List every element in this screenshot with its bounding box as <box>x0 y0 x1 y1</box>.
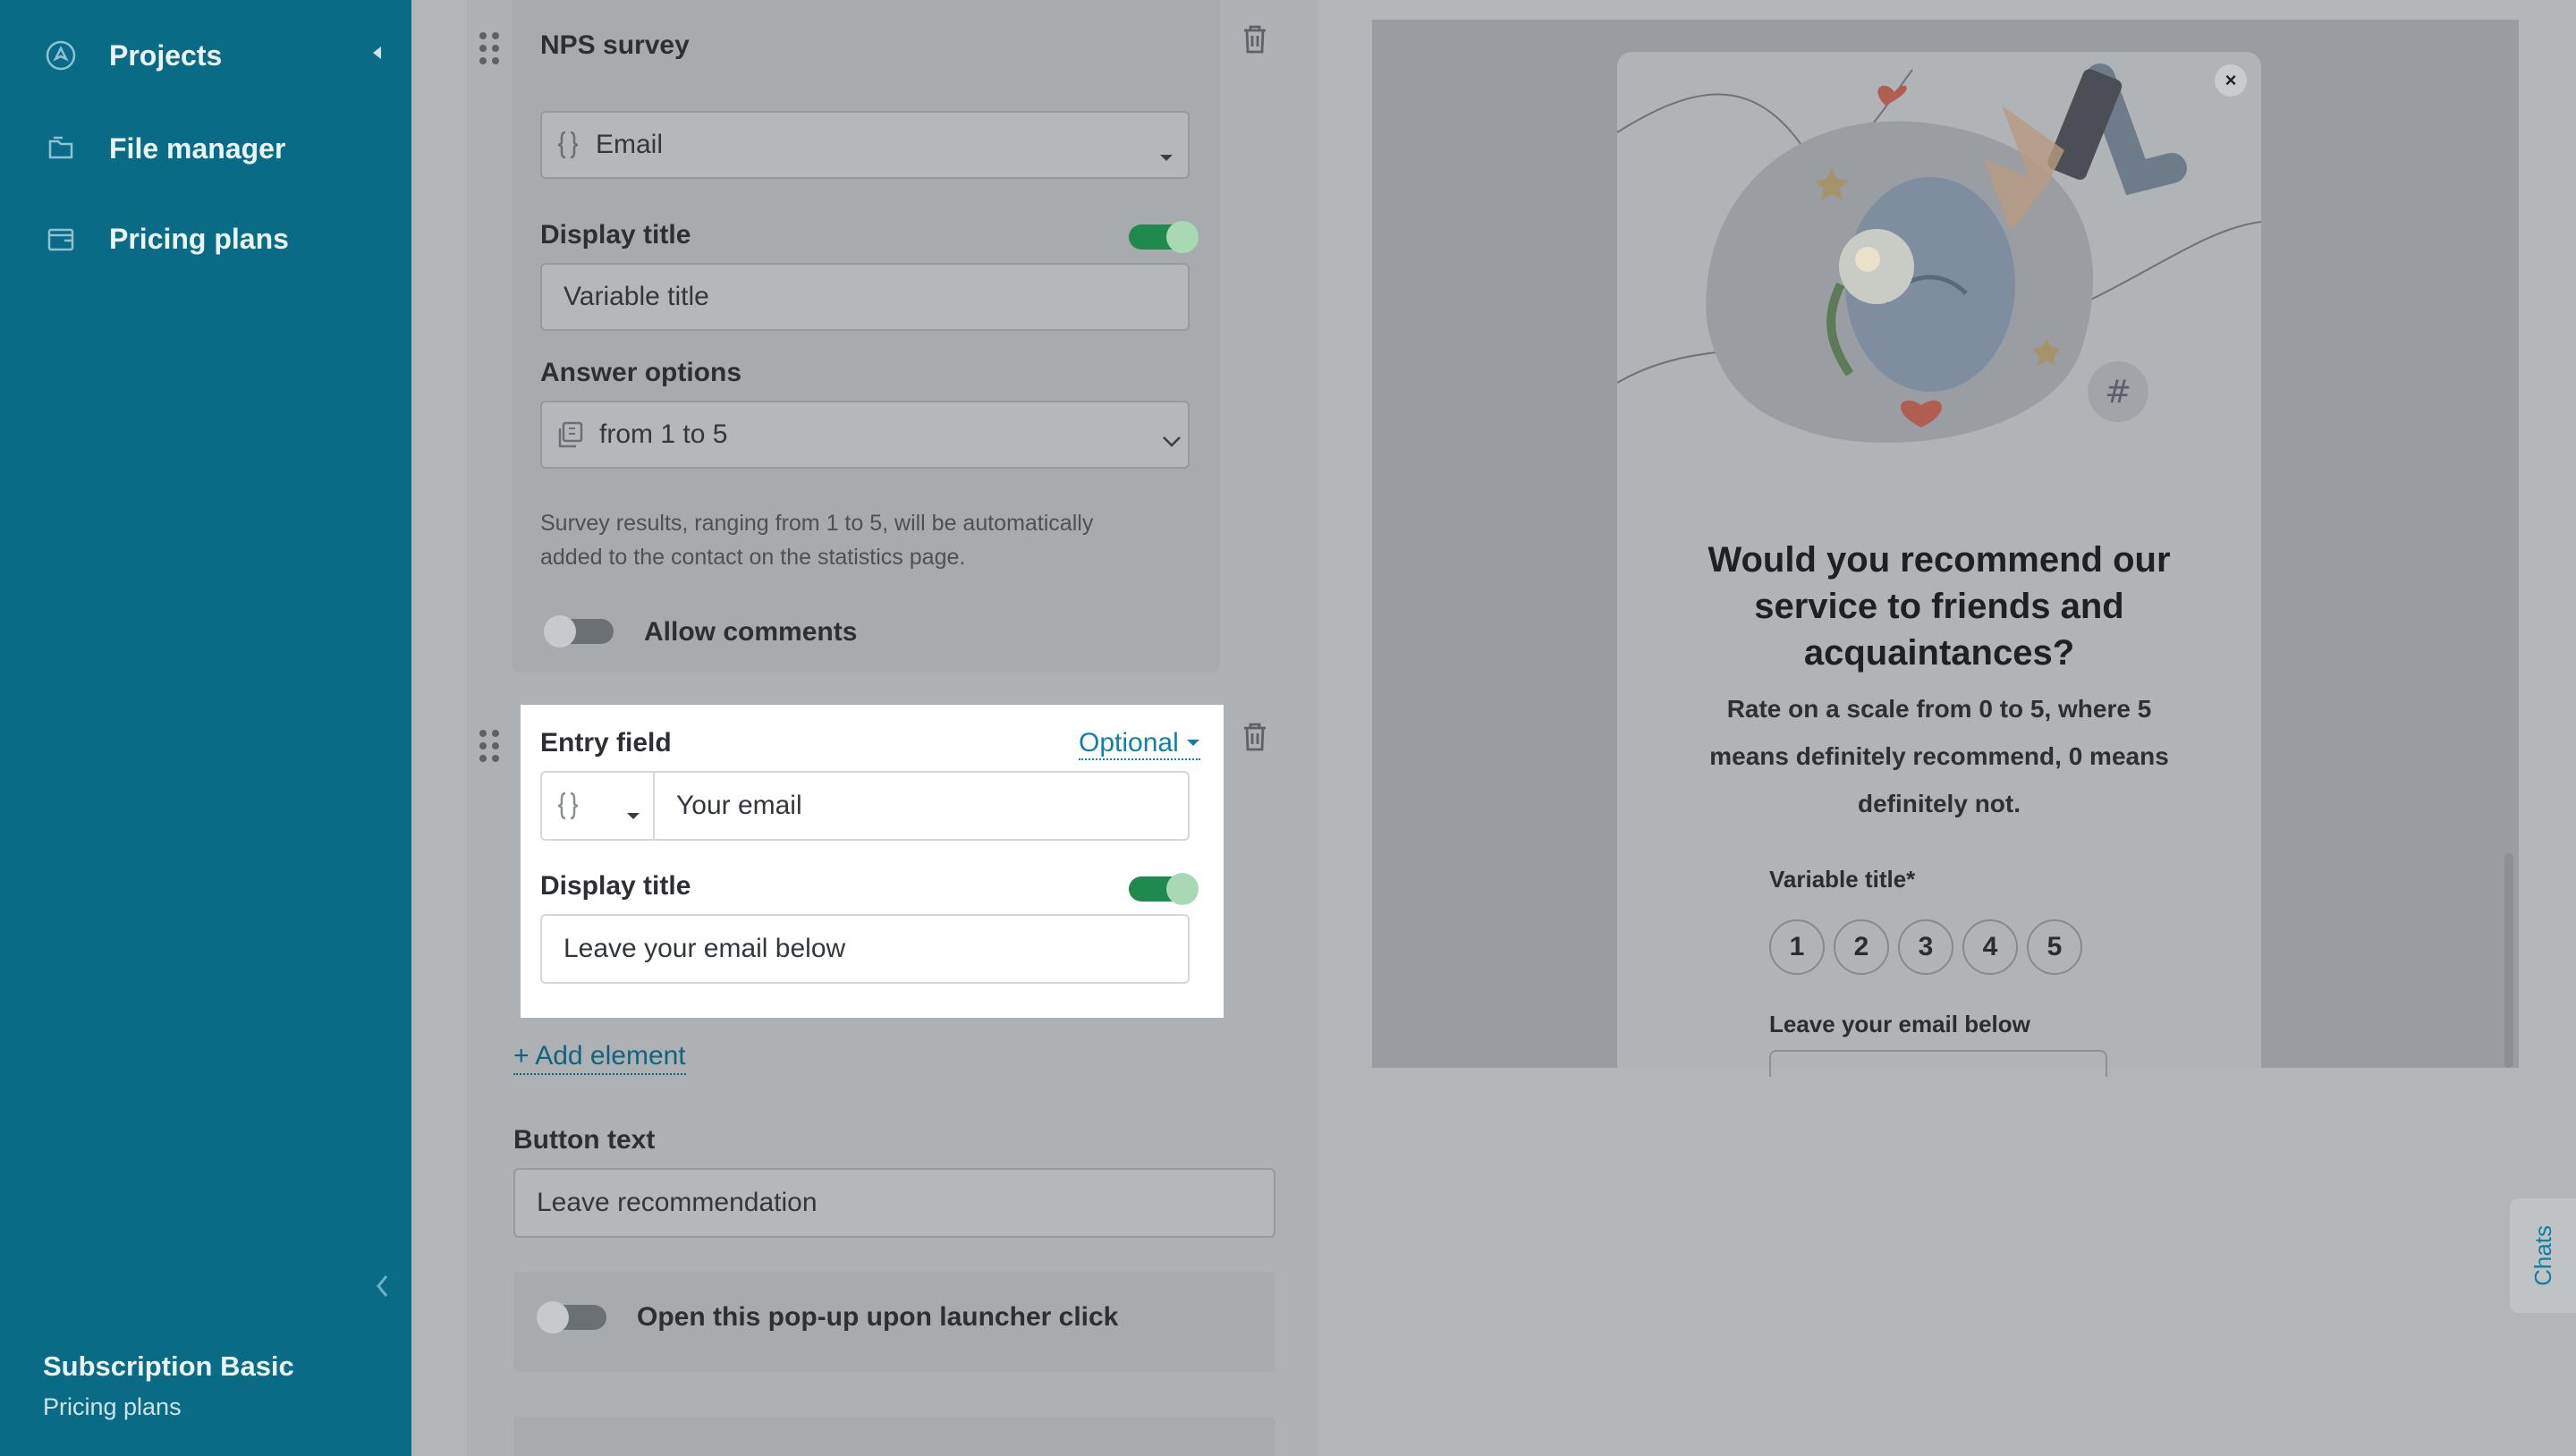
chevron-down-icon <box>1161 426 1182 456</box>
folder-icon <box>43 131 79 166</box>
chevron-left-icon <box>377 1275 388 1297</box>
trash-icon[interactable] <box>1240 23 1270 55</box>
button-text-label: Button text <box>513 1125 656 1155</box>
entry-field-value: Your email <box>676 791 802 820</box>
chats-tab[interactable]: Chats <box>2510 1198 2576 1313</box>
drag-handle-icon[interactable] <box>479 730 499 762</box>
question-line: acquaintances? <box>1803 633 2075 673</box>
dropdown-caret-icon <box>1159 140 1174 170</box>
allow-comments-label: Allow comments <box>644 617 858 647</box>
variable-picker[interactable] <box>540 771 655 841</box>
sidebar-item-label: File manager <box>109 131 286 165</box>
question-line: Would you recommend our <box>1707 540 2171 580</box>
sidebar-item-pricing-plans[interactable]: Pricing plans <box>43 212 383 266</box>
answer-options-value: from 1 to 5 <box>599 419 728 449</box>
trash-icon[interactable] <box>1240 721 1270 753</box>
svg-text:#: # <box>2105 374 2131 411</box>
sidebar-item-file-manager[interactable]: File manager <box>43 122 383 175</box>
entry-display-title-toggle[interactable] <box>1129 873 1199 905</box>
rating-option[interactable]: 4 <box>1962 919 2018 975</box>
help-line: added to the contact on the statistics p… <box>540 545 966 570</box>
display-title-value: Variable title <box>564 282 709 311</box>
nps-title: NPS survey <box>540 30 690 60</box>
sidebar-item-label: Projects <box>109 38 223 72</box>
entry-field-title: Entry field <box>540 728 672 758</box>
display-title-label: Display title <box>540 220 691 250</box>
wallet-icon <box>43 221 79 257</box>
sidebar: Projects File manager Pricing plans Subs… <box>0 0 411 1456</box>
popup-close-button[interactable]: × <box>2215 64 2247 97</box>
drag-handle-icon[interactable] <box>479 32 499 64</box>
entry-field-input[interactable]: Your email <box>653 771 1190 841</box>
button-text-input[interactable]: Leave recommendation <box>513 1168 1275 1238</box>
display-title-input[interactable]: Variable title <box>540 263 1190 331</box>
pricing-plans-link[interactable]: Pricing plans <box>43 1393 182 1421</box>
open-popup-toggle[interactable] <box>537 1301 606 1333</box>
rating-option[interactable]: 1 <box>1769 919 1825 975</box>
display-title-label: Display title <box>540 871 691 901</box>
help-line: Survey results, ranging from 1 to 5, wil… <box>540 511 1094 536</box>
next-option-row <box>513 1417 1275 1456</box>
sidebar-item-projects[interactable]: Projects <box>43 29 383 82</box>
subtitle-line: definitely not. <box>1858 790 2021 817</box>
sidebar-item-label: Pricing plans <box>109 222 289 255</box>
variable-select-value: Email <box>596 130 664 159</box>
collapse-sidebar-button[interactable] <box>369 1268 395 1304</box>
entry-display-title-value: Leave your email below <box>564 934 846 963</box>
answer-options-select[interactable]: from 1 to 5 <box>540 401 1190 469</box>
caret-left-icon[interactable] <box>370 45 383 65</box>
email-label: Leave your email below <box>1769 1011 2030 1037</box>
entry-display-title-input[interactable]: Leave your email below <box>540 914 1190 984</box>
allow-comments-toggle[interactable] <box>544 615 614 648</box>
answer-options-help: Survey results, ranging from 1 to 5, wil… <box>540 506 1093 574</box>
subtitle-line: Rate on a scale from 0 to 5, where 5 <box>1726 695 2152 723</box>
answer-options-label: Answer options <box>540 358 742 387</box>
chats-label: Chats <box>2529 1225 2556 1286</box>
optional-label: Optional <box>1079 728 1179 758</box>
popup-question: Would you recommend our service to frien… <box>1673 537 2206 676</box>
popup-subtitle: Rate on a scale from 0 to 5, where 5 mea… <box>1682 685 2197 827</box>
caret-down-icon <box>626 798 640 828</box>
variable-braces-icon <box>555 791 581 821</box>
preview-scrollbar[interactable] <box>2504 853 2513 1068</box>
rocket-icon <box>43 38 79 73</box>
caret-down-icon <box>1186 740 1199 746</box>
rating-label: Variable title* <box>1769 866 1916 893</box>
copy-icon <box>555 419 585 450</box>
rating-option[interactable]: 2 <box>1834 919 1889 975</box>
subscription-plan-name: Subscription Basic <box>43 1350 294 1382</box>
subtitle-line: means definitely recommend, 0 means <box>1709 742 2169 770</box>
rating-option[interactable]: 3 <box>1898 919 1953 975</box>
variable-braces-icon <box>555 130 581 160</box>
email-input-preview[interactable] <box>1769 1050 2107 1077</box>
display-title-toggle[interactable] <box>1129 221 1199 253</box>
button-text-value: Leave recommendation <box>537 1188 818 1217</box>
optional-dropdown[interactable]: Optional <box>1079 728 1200 760</box>
rating-option[interactable]: 5 <box>2027 919 2082 975</box>
variable-select[interactable]: Email <box>540 111 1190 179</box>
add-element-link[interactable]: + Add element <box>513 1039 686 1075</box>
popup-illustration: # <box>1617 63 2261 444</box>
open-popup-label: Open this pop-up upon launcher click <box>637 1302 1119 1332</box>
question-line: service to friends and <box>1754 587 2124 626</box>
rating-scale: 1 2 3 4 5 <box>1769 919 2082 975</box>
